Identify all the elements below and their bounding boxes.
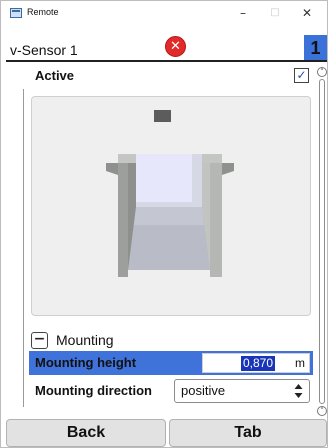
mounting-direction-label: Mounting direction [35, 383, 152, 398]
minimize-button[interactable]: – [229, 3, 257, 23]
mounting-height-value[interactable]: 0,870 [241, 356, 276, 371]
mounting-height-input[interactable]: 0,870 m [202, 353, 310, 373]
app-window: Remote – □ ✕ v-Sensor 1 ✕ 1 Active ✓ − M… [0, 0, 328, 448]
scroll-thumb[interactable] [319, 79, 325, 404]
scroll-down-icon[interactable]: ˅ [317, 406, 327, 416]
back-button[interactable]: Back [6, 419, 166, 447]
tab-button[interactable]: Tab [169, 419, 327, 447]
window-title: Remote [27, 7, 59, 17]
mounting-height-row[interactable]: Mounting height 0,870 m [29, 351, 313, 375]
collapse-icon[interactable]: − [31, 332, 48, 349]
error-icon[interactable]: ✕ [165, 36, 186, 57]
header-divider [6, 60, 327, 62]
maximize-button[interactable]: □ [261, 3, 289, 23]
mounting-section-title: Mounting [56, 332, 114, 348]
remote-app-icon [10, 8, 22, 18]
title-bar: Remote – □ ✕ [1, 1, 327, 27]
select-updown-icon [294, 384, 303, 398]
sensor-title: v-Sensor 1 [10, 42, 78, 58]
sensor-illustration-panel [31, 96, 311, 316]
channel-water-shape [136, 154, 192, 202]
mounting-height-unit: m [295, 356, 305, 370]
mounting-direction-row: Mounting direction positive [29, 378, 313, 404]
mounting-direction-select[interactable]: positive [174, 379, 310, 403]
sensor-head-shape [154, 110, 171, 122]
channel-sensor-illustration [106, 110, 234, 277]
mounting-height-label: Mounting height [35, 355, 137, 370]
mounting-direction-value: positive [181, 383, 226, 398]
vertical-scrollbar[interactable]: ˄ ˅ [317, 67, 327, 417]
scroll-up-icon[interactable]: ˄ [317, 67, 327, 77]
active-label: Active [35, 68, 75, 83]
close-button[interactable]: ✕ [293, 3, 321, 23]
bottom-button-bar: Back Tab [6, 419, 327, 447]
sensor-number-badge: 1 [304, 35, 327, 61]
active-checkbox[interactable]: ✓ [294, 68, 309, 83]
active-row: Active ✓ [31, 65, 314, 87]
